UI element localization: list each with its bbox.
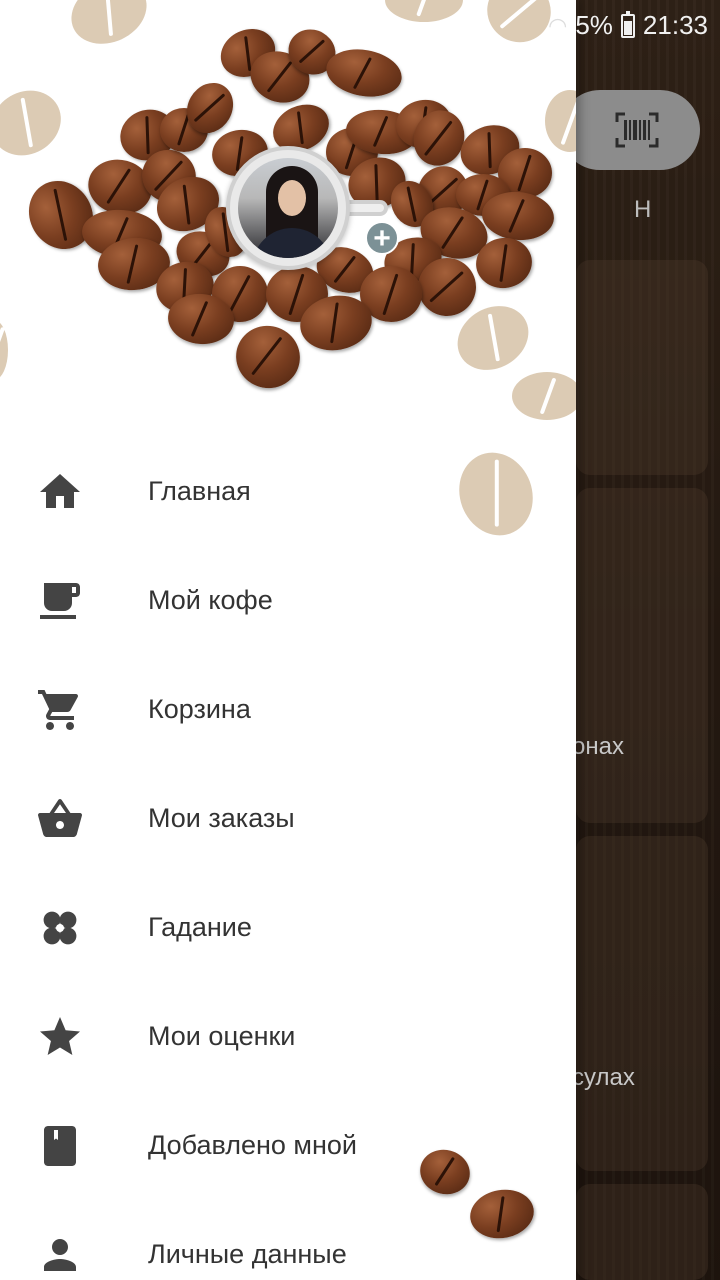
cart-icon bbox=[36, 686, 84, 734]
background-header-letter: Н bbox=[634, 196, 652, 223]
barcode-icon bbox=[615, 112, 659, 148]
status-right: ◠ 5% 21:33 bbox=[548, 10, 708, 41]
coffee-cup-icon bbox=[36, 577, 84, 625]
menu-item-label: Корзина bbox=[148, 694, 251, 724]
menu-item-label: Добавлено мной bbox=[148, 1130, 357, 1160]
drawer-menu: Главная Мой кофе Корзина Мои заказы Гада… bbox=[0, 437, 576, 1280]
menu-item-label: Главная bbox=[148, 476, 251, 506]
home-icon bbox=[36, 468, 84, 516]
background-label: онах bbox=[572, 733, 624, 760]
menu-item-my-coffee[interactable]: Мой кофе bbox=[0, 546, 576, 655]
menu-item-label: Мои оценки bbox=[148, 1021, 296, 1051]
profile-avatar[interactable] bbox=[226, 146, 350, 270]
menu-item-home[interactable]: Главная bbox=[0, 437, 576, 546]
avatar-photo bbox=[238, 158, 338, 258]
status-bar: ◠ 5% 21:33 bbox=[0, 0, 720, 50]
wifi-icon: ◠ bbox=[548, 12, 568, 38]
menu-item-cart[interactable]: Корзина bbox=[0, 655, 576, 764]
clock: 21:33 bbox=[642, 10, 708, 40]
menu-item-fortune[interactable]: Гадание bbox=[0, 873, 576, 982]
menu-item-added-by-me[interactable]: Добавлено мной bbox=[0, 1091, 576, 1200]
background-label: сулах bbox=[572, 1064, 635, 1091]
battery-icon bbox=[620, 10, 635, 38]
bean-decoration bbox=[0, 320, 8, 380]
star-icon bbox=[36, 1013, 84, 1061]
clover-icon bbox=[36, 904, 84, 952]
add-photo-button[interactable]: + bbox=[365, 221, 399, 255]
menu-item-my-ratings[interactable]: Мои оценки bbox=[0, 982, 576, 1091]
menu-item-label: Мой кофе bbox=[148, 585, 273, 615]
menu-item-label: Мои заказы bbox=[148, 803, 295, 833]
bookmark-icon bbox=[36, 1122, 84, 1170]
menu-item-label: Личные данные bbox=[148, 1239, 347, 1269]
battery-percent: 5% bbox=[575, 10, 613, 40]
menu-item-label: Гадание bbox=[148, 912, 252, 942]
navigation-drawer: + Главная Мой кофе Корзина Мои заказы Га… bbox=[0, 0, 576, 1280]
basket-icon bbox=[36, 795, 84, 843]
person-icon bbox=[36, 1231, 84, 1279]
menu-item-my-orders[interactable]: Мои заказы bbox=[0, 764, 576, 873]
menu-item-personal-data[interactable]: Личные данные bbox=[0, 1200, 576, 1280]
